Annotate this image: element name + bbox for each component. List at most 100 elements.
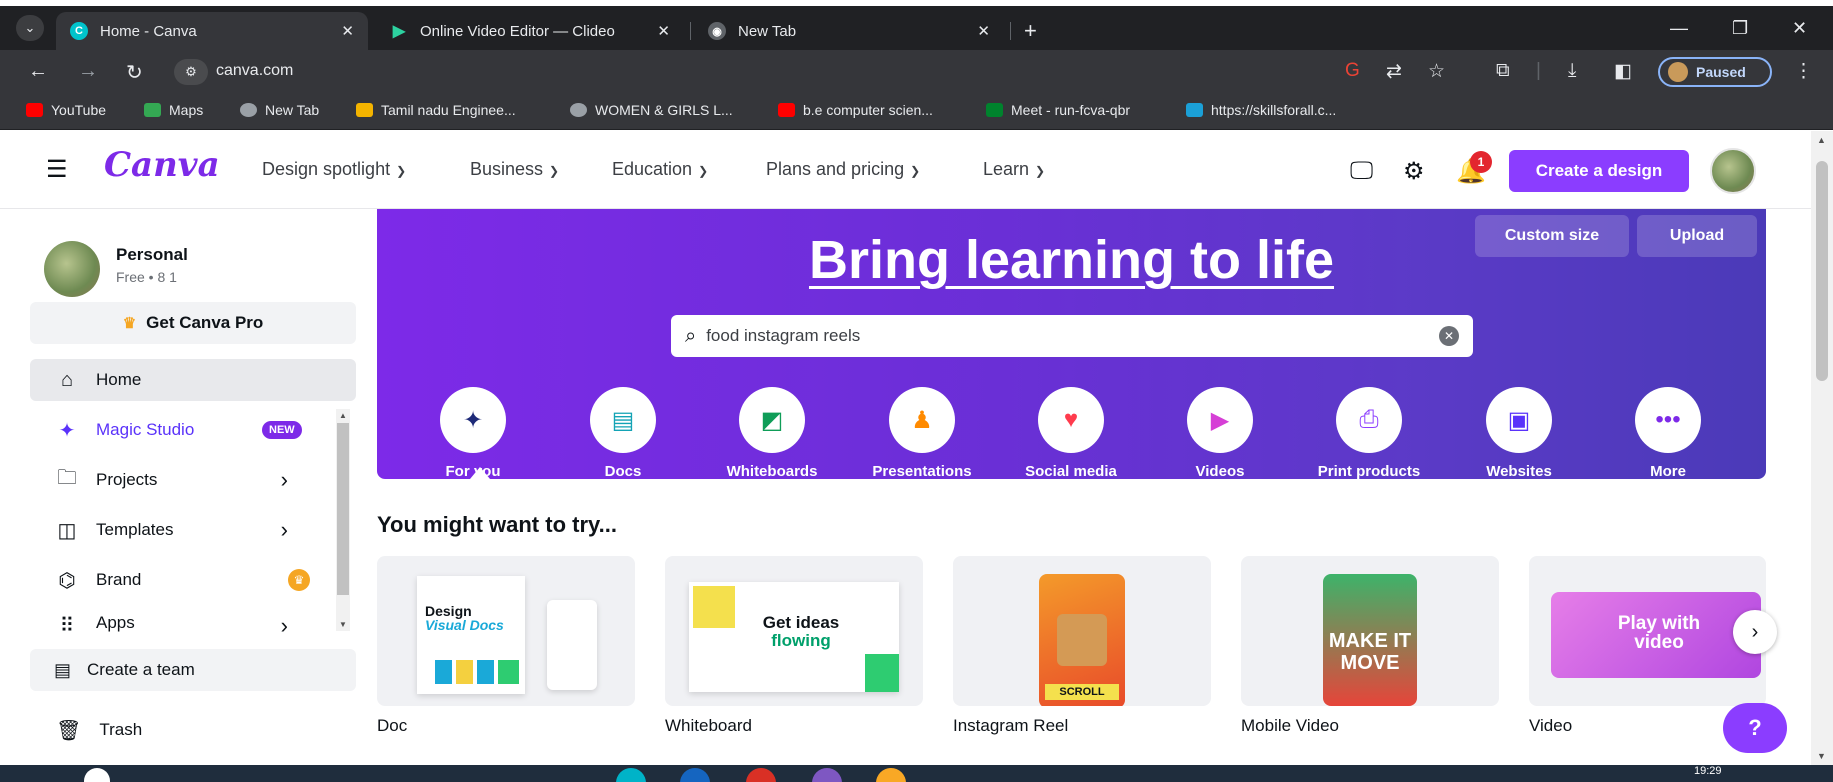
bookmark-new-tab[interactable]: New Tab xyxy=(240,102,319,118)
canva-logo[interactable]: Canva xyxy=(104,145,220,185)
menu-learn[interactable]: Learn ❯ xyxy=(983,159,1045,180)
youtube-icon xyxy=(26,103,43,117)
category-videos[interactable]: ▶ Videos xyxy=(1150,387,1290,479)
sidebar-item-home[interactable]: ⌂ Home xyxy=(30,359,356,401)
get-canva-pro-button[interactable]: ♛ Get Canva Pro xyxy=(30,302,356,344)
extensions-icon[interactable]: ⧉ xyxy=(1496,60,1510,82)
sidebar-item-templates[interactable]: ◫ Templates › xyxy=(30,509,340,551)
upload-button[interactable]: Upload xyxy=(1637,215,1757,257)
tab-title: Online Video Editor — Clideo xyxy=(420,22,615,40)
minimize-icon[interactable]: — xyxy=(1670,18,1688,39)
translate-icon[interactable]: ⇄ xyxy=(1386,60,1402,83)
profile-paused-button[interactable]: Paused xyxy=(1658,57,1772,87)
tab-clideo[interactable]: ▶ Online Video Editor — Clideo ✕ xyxy=(376,12,684,50)
file-explorer-icon[interactable] xyxy=(876,768,906,782)
suggestion-card-video[interactable]: Play with video xyxy=(1529,556,1766,706)
side-panel-icon[interactable]: ◧ xyxy=(1614,60,1632,83)
bookmark-maps[interactable]: Maps xyxy=(144,102,203,118)
scrollbar-thumb[interactable] xyxy=(1816,161,1828,381)
forward-arrow-icon[interactable]: → xyxy=(78,60,98,83)
back-arrow-icon[interactable]: ← xyxy=(28,60,48,83)
taskbar-app-icon[interactable] xyxy=(616,768,646,782)
bookmark-meet[interactable]: Meet - run-fcva-qbr xyxy=(986,102,1130,118)
clear-search-icon[interactable]: ✕ xyxy=(1439,326,1459,346)
sidebar-scrollbar[interactable]: ▲ ▼ xyxy=(336,409,350,631)
address-bar[interactable]: canva.com xyxy=(216,62,293,80)
scroll-down-arrow-icon[interactable]: ▼ xyxy=(339,620,347,629)
scroll-down-arrow-icon[interactable]: ▼ xyxy=(1817,751,1826,761)
google-lens-icon[interactable]: G xyxy=(1345,60,1360,82)
scrollbar-thumb[interactable] xyxy=(337,423,349,595)
card-art-text: Get ideas flowing xyxy=(762,613,840,650)
sidebar-item-projects[interactable]: 🗀 Projects › xyxy=(30,459,340,501)
restore-icon[interactable]: ❐ xyxy=(1732,18,1748,39)
category-docs[interactable]: ▤ Docs xyxy=(553,387,693,479)
category-for-you[interactable]: ✦ For you xyxy=(403,387,543,479)
desktop-app-icon[interactable]: 🖵 xyxy=(1350,157,1373,185)
taskbar-app-icon[interactable] xyxy=(680,768,710,782)
create-a-design-button[interactable]: Create a design xyxy=(1509,150,1689,192)
hamburger-menu-icon[interactable]: ☰ xyxy=(46,155,68,184)
browser-tab-bar: ⌄ C Home - Canva ✕ ▶ Online Video Editor… xyxy=(0,6,1833,50)
category-websites[interactable]: ▣ Websites xyxy=(1449,387,1589,479)
reload-icon[interactable]: ↻ xyxy=(126,60,143,85)
design-search-input[interactable]: ⌕ food instagram reels ✕ xyxy=(671,315,1473,357)
category-presentations[interactable]: ♟ Presentations xyxy=(852,387,992,479)
card-label-mobile-video[interactable]: Mobile Video xyxy=(1241,716,1339,736)
custom-size-button[interactable]: Custom size xyxy=(1475,215,1629,257)
bookmark-star-icon[interactable]: ☆ xyxy=(1428,60,1445,83)
close-icon[interactable]: ✕ xyxy=(341,22,354,40)
user-avatar[interactable] xyxy=(1710,148,1756,194)
kebab-menu-icon[interactable]: ⋮ xyxy=(1794,60,1813,83)
taskbar-app-icon[interactable] xyxy=(812,768,842,782)
search-icon[interactable] xyxy=(84,768,110,782)
suggestion-card-doc[interactable]: Design Visual Docs xyxy=(377,556,635,706)
new-tab-plus-icon[interactable]: + xyxy=(1024,18,1037,44)
chrome-taskbar-icon[interactable] xyxy=(746,768,776,782)
suggestion-card-mobile-video[interactable]: MAKE IT MOVE xyxy=(1241,556,1499,706)
sidebar-item-magic-studio[interactable]: ✦ Magic Studio NEW xyxy=(30,409,340,451)
card-label-instagram-reel[interactable]: Instagram Reel xyxy=(953,716,1068,736)
tab-new-tab[interactable]: ◉ New Tab ✕ xyxy=(694,12,1004,50)
settings-gear-icon[interactable]: ⚙ xyxy=(1403,157,1425,186)
category-more[interactable]: ••• More xyxy=(1598,387,1738,479)
account-name[interactable]: Personal xyxy=(116,245,188,265)
bookmark-tamil-nadu[interactable]: Tamil nadu Enginee... xyxy=(356,102,516,118)
page-scrollbar[interactable]: ▲ ▼ xyxy=(1811,131,1833,765)
scroll-up-arrow-icon[interactable]: ▲ xyxy=(339,411,347,420)
suggestion-card-whiteboard[interactable]: Get ideas flowing xyxy=(665,556,923,706)
menu-business[interactable]: Business ❯ xyxy=(470,159,559,180)
account-avatar[interactable] xyxy=(44,241,100,297)
bookmark-be-computer[interactable]: b.e computer scien... xyxy=(778,102,933,118)
menu-plans-pricing[interactable]: Plans and pricing ❯ xyxy=(766,159,920,180)
tab-home-canva[interactable]: C Home - Canva ✕ xyxy=(56,12,368,50)
sidebar-item-trash[interactable]: 🗑 Trash xyxy=(30,709,142,751)
search-value[interactable]: food instagram reels xyxy=(706,326,860,346)
create-a-team-button[interactable]: ▤ Create a team xyxy=(30,649,356,691)
bookmark-youtube[interactable]: YouTube xyxy=(26,102,106,118)
card-label-doc[interactable]: Doc xyxy=(377,716,407,736)
close-icon[interactable]: ✕ xyxy=(977,22,990,40)
carousel-next-chevron-icon[interactable]: › xyxy=(1733,610,1777,654)
site-info-icon[interactable]: ⚙ xyxy=(174,59,208,85)
download-icon[interactable]: ⤓ xyxy=(1568,60,1576,82)
menu-education[interactable]: Education ❯ xyxy=(612,159,708,180)
category-print-products[interactable]: ⎙ Print products xyxy=(1299,387,1439,479)
card-label-whiteboard[interactable]: Whiteboard xyxy=(665,716,752,736)
tab-search-chevron-icon[interactable]: ⌄ xyxy=(16,15,44,41)
card-label-video[interactable]: Video xyxy=(1529,716,1572,736)
tamil-nadu-icon xyxy=(356,103,373,117)
sidebar-item-brand[interactable]: ⌬ Brand ♛ xyxy=(30,559,340,601)
bookmark-women-girls[interactable]: WOMEN & GIRLS L... xyxy=(570,102,733,118)
sidebar-item-apps[interactable]: ⠿ Apps › xyxy=(30,609,340,633)
help-button[interactable]: ? xyxy=(1723,703,1787,753)
scroll-up-arrow-icon[interactable]: ▲ xyxy=(1817,135,1826,145)
close-icon[interactable]: ✕ xyxy=(657,22,670,40)
category-social-media[interactable]: ♥ Social media xyxy=(1001,387,1141,479)
apps-icon: ⠿ xyxy=(59,615,75,633)
suggestion-card-instagram-reel[interactable]: SCROLL xyxy=(953,556,1211,706)
bookmark-skillsforall[interactable]: https://skillsforall.c... xyxy=(1186,102,1336,118)
menu-design-spotlight[interactable]: Design spotlight ❯ xyxy=(262,159,406,180)
category-whiteboards[interactable]: ◩ Whiteboards xyxy=(702,387,842,479)
window-close-icon[interactable]: ✕ xyxy=(1792,18,1807,39)
